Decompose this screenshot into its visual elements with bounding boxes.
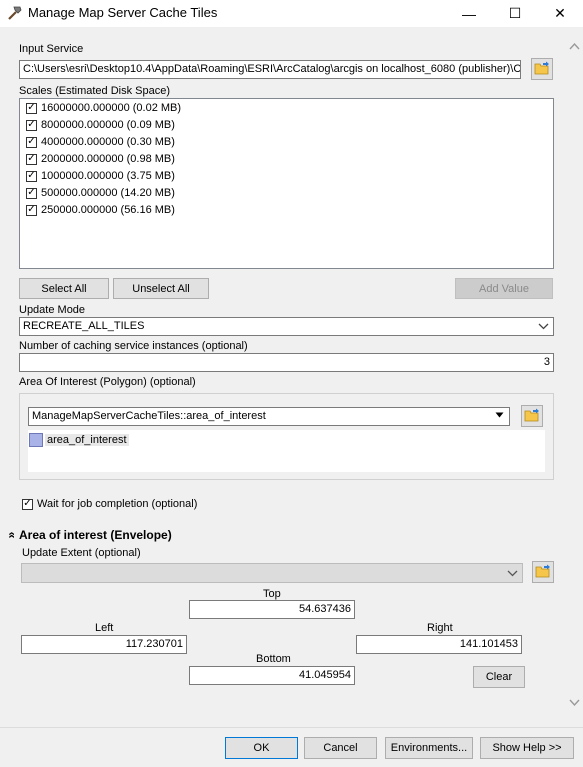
list-item[interactable]: ✓ 16000000.000000 (0.02 MB) bbox=[26, 100, 181, 117]
unselect-all-button[interactable]: Unselect All bbox=[113, 278, 209, 299]
aoi-label: Area Of Interest (Polygon) (optional) bbox=[19, 376, 196, 388]
add-value-button[interactable]: Add Value bbox=[455, 278, 553, 299]
checkbox[interactable]: ✓ bbox=[26, 136, 37, 148]
title-bar: Manage Map Server Cache Tiles — ☐ ✕ bbox=[0, 0, 583, 27]
envelope-section-title[interactable]: Area of interest (Envelope) bbox=[19, 528, 172, 542]
chevron-down-icon bbox=[538, 320, 549, 335]
right-input[interactable]: 141.101453 bbox=[356, 635, 522, 654]
aoi-layer-name[interactable]: area_of_interest bbox=[45, 434, 129, 446]
scroll-up-icon[interactable] bbox=[569, 42, 580, 53]
window-title: Manage Map Server Cache Tiles bbox=[28, 5, 218, 20]
dropdown-arrow-icon bbox=[494, 409, 505, 426]
aoi-browse-button[interactable] bbox=[521, 405, 543, 427]
scroll-down-icon[interactable] bbox=[569, 698, 580, 710]
left-input[interactable]: 117.230701 bbox=[21, 635, 187, 654]
minimize-button[interactable]: — bbox=[446, 0, 492, 27]
wait-label: Wait for job completion (optional) bbox=[37, 498, 198, 510]
scale-label: 500000.000000 (14.20 MB) bbox=[41, 187, 175, 199]
collapse-icon[interactable]: » bbox=[4, 530, 18, 540]
top-label: Top bbox=[263, 588, 281, 600]
minimize-icon: — bbox=[462, 5, 476, 22]
input-service-label: Input Service bbox=[19, 43, 84, 55]
maximize-icon: ☐ bbox=[508, 5, 522, 21]
right-label: Right bbox=[427, 622, 453, 634]
scale-label: 16000000.000000 (0.02 MB) bbox=[41, 102, 182, 114]
scale-label: 250000.000000 (56.16 MB) bbox=[41, 204, 175, 216]
update-extent-select[interactable] bbox=[21, 563, 523, 583]
select-all-button[interactable]: Select All bbox=[19, 278, 109, 299]
ok-button[interactable]: OK bbox=[225, 737, 298, 759]
cancel-button[interactable]: Cancel bbox=[304, 737, 377, 759]
folder-icon bbox=[534, 61, 550, 78]
update-mode-label: Update Mode bbox=[19, 304, 86, 316]
vertical-scrollbar[interactable] bbox=[566, 38, 583, 724]
update-mode-value: RECREATE_ALL_TILES bbox=[23, 320, 145, 332]
input-service-field[interactable]: C:\Users\esri\Desktop10.4\AppData\Roamin… bbox=[19, 60, 521, 79]
aoi-dropdown[interactable]: ManageMapServerCacheTiles::area_of_inter… bbox=[28, 407, 510, 426]
bottom-label: Bottom bbox=[256, 653, 291, 665]
list-item[interactable]: ✓ 2000000.000000 (0.98 MB) bbox=[26, 151, 175, 168]
scales-list[interactable]: ✓ 16000000.000000 (0.02 MB) ✓ 8000000.0000… bbox=[19, 98, 554, 269]
hammer-icon bbox=[6, 4, 24, 26]
checkbox[interactable]: ✓ bbox=[26, 204, 37, 216]
list-item[interactable]: ✓ 8000000.000000 (0.09 MB) bbox=[26, 117, 175, 134]
input-service-browse-button[interactable] bbox=[531, 58, 553, 80]
scale-label: 8000000.000000 (0.09 MB) bbox=[41, 119, 175, 131]
checkbox[interactable]: ✓ bbox=[26, 187, 37, 199]
scales-label: Scales (Estimated Disk Space) bbox=[19, 85, 170, 97]
close-button[interactable]: ✕ bbox=[537, 0, 583, 27]
show-help-button[interactable]: Show Help >> bbox=[480, 737, 574, 759]
scale-label: 4000000.000000 (0.30 MB) bbox=[41, 136, 175, 148]
wait-checkbox-row[interactable]: ✓ Wait for job completion (optional) bbox=[22, 498, 197, 510]
instances-input[interactable]: 3 bbox=[19, 353, 554, 372]
list-item[interactable]: ✓ 500000.000000 (14.20 MB) bbox=[26, 185, 175, 202]
wait-checkbox[interactable]: ✓ bbox=[22, 498, 33, 510]
left-label: Left bbox=[95, 622, 114, 634]
update-extent-label: Update Extent (optional) bbox=[22, 547, 141, 559]
bottom-input[interactable]: 41.045954 bbox=[189, 666, 355, 685]
checkbox[interactable]: ✓ bbox=[26, 170, 37, 182]
list-item[interactable]: ✓ 4000000.000000 (0.30 MB) bbox=[26, 134, 175, 151]
maximize-button[interactable]: ☐ bbox=[492, 0, 538, 27]
list-item[interactable]: ✓ 1000000.000000 (3.75 MB) bbox=[26, 168, 175, 185]
clear-button[interactable]: Clear bbox=[473, 666, 525, 688]
polygon-symbol-icon bbox=[29, 433, 43, 447]
top-input[interactable]: 54.637436 bbox=[189, 600, 355, 619]
update-mode-select[interactable]: RECREATE_ALL_TILES bbox=[19, 317, 554, 336]
environments-button[interactable]: Environments... bbox=[385, 737, 473, 759]
aoi-dropdown-value: ManageMapServerCacheTiles::area_of_inter… bbox=[32, 410, 266, 422]
instances-label: Number of caching service instances (opt… bbox=[19, 340, 248, 352]
chevron-down-icon bbox=[507, 567, 518, 582]
list-item[interactable]: ✓ 250000.000000 (56.16 MB) bbox=[26, 202, 175, 219]
folder-icon bbox=[524, 408, 540, 425]
checkbox[interactable]: ✓ bbox=[26, 119, 37, 131]
update-extent-browse-button[interactable] bbox=[532, 561, 554, 583]
scale-label: 1000000.000000 (3.75 MB) bbox=[41, 170, 175, 182]
folder-icon bbox=[535, 564, 551, 581]
checkbox[interactable]: ✓ bbox=[26, 102, 37, 114]
close-icon: ✕ bbox=[554, 5, 566, 21]
checkbox[interactable]: ✓ bbox=[26, 153, 37, 165]
scale-label: 2000000.000000 (0.98 MB) bbox=[41, 153, 175, 165]
